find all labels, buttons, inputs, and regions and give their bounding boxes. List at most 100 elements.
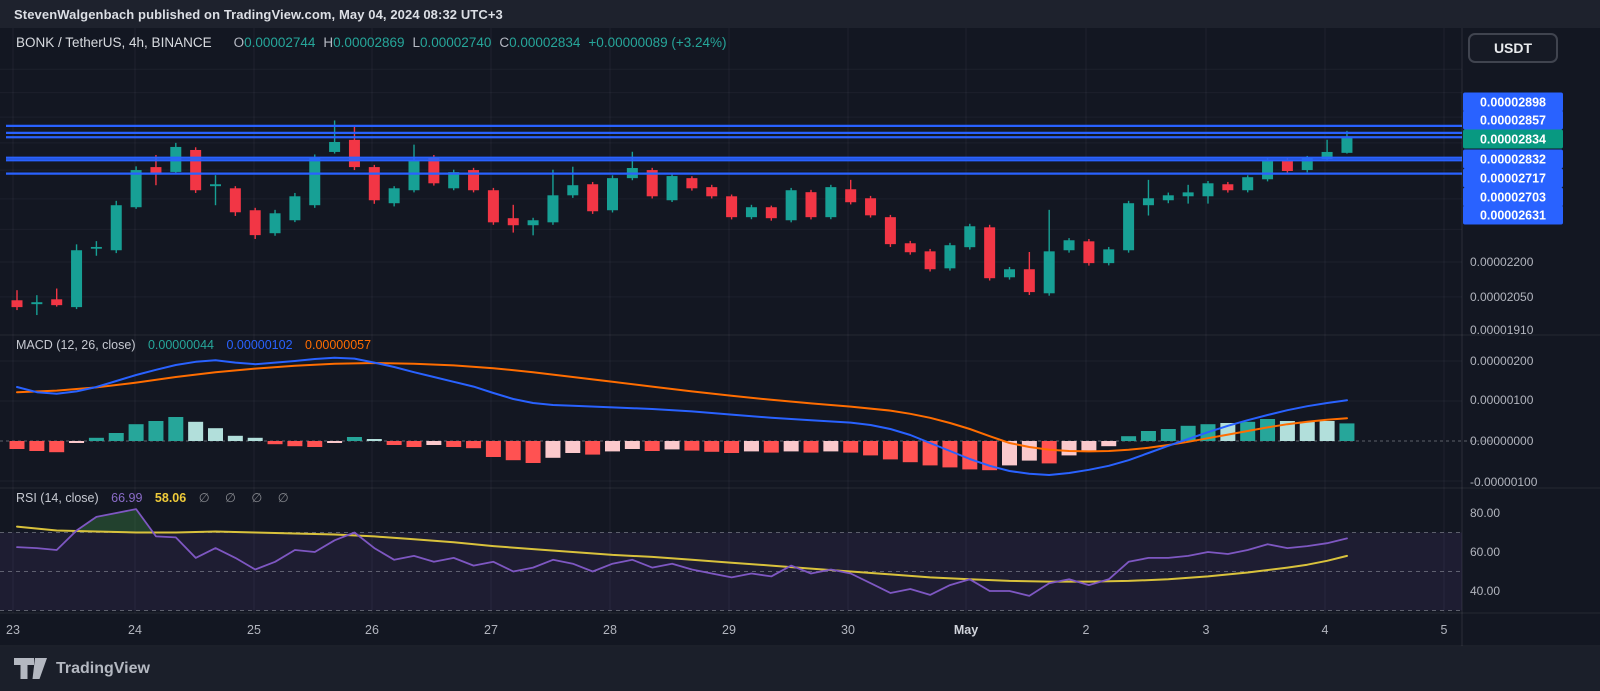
macd-histogram-bar-negative — [1041, 441, 1057, 464]
change-value: +0.00000089 (+3.24%) — [588, 35, 727, 50]
candle — [71, 250, 83, 308]
macd-histogram-bar-negative — [267, 441, 283, 445]
price-axis-scale[interactable] — [1462, 28, 1600, 646]
macd-histogram-bar-negative — [902, 441, 918, 463]
attribution-bar: StevenWalgenbach published on TradingVie… — [0, 0, 1600, 28]
macd-histogram-bar-negative — [485, 441, 501, 457]
macd-histogram-bar-positive — [208, 428, 223, 441]
macd-histogram-bar-negative — [29, 441, 45, 451]
macd-histogram-bar-negative — [446, 441, 462, 447]
macd-histogram-bar-negative — [1021, 441, 1037, 461]
macd-histogram-bar-positive — [108, 433, 124, 441]
candle — [229, 188, 241, 213]
macd-histogram-bar-negative — [49, 441, 65, 453]
candle — [348, 139, 360, 168]
tradingview-chart-page: 0.000022000.000020500.000019100.00000200… — [0, 0, 1600, 691]
candle — [825, 187, 837, 218]
tradingview-brand-text[interactable]: TradingView — [56, 660, 150, 678]
symbol-title: BONK / TetherUS, 4h, BINANCE — [16, 35, 212, 50]
macd-histogram-bar-negative — [466, 441, 482, 449]
macd-histogram-bar-negative — [823, 441, 839, 452]
macd-histogram-bar-negative — [942, 441, 958, 468]
candle — [1242, 177, 1254, 191]
candle — [607, 178, 618, 211]
macd-histogram-bar-negative — [505, 441, 521, 461]
candle — [845, 189, 857, 203]
candle — [726, 196, 738, 218]
rsi-title: RSI (14, close) — [16, 491, 99, 505]
candle — [110, 205, 122, 251]
candle — [190, 149, 202, 191]
macd-histogram-bar-positive — [366, 439, 382, 441]
macd-histogram-bar-negative — [882, 441, 898, 460]
candle — [805, 192, 817, 218]
macd-histogram-bar-negative — [624, 441, 640, 449]
candle — [130, 170, 142, 208]
candle — [309, 157, 321, 206]
footer-bar: TradingView — [0, 647, 1600, 691]
candle — [249, 210, 261, 236]
macd-histogram-bar-positive — [88, 437, 104, 441]
macd-histogram-bar-positive — [1121, 436, 1137, 441]
high-value: 0.00002869 — [333, 35, 405, 50]
macd-histogram-bar-negative — [743, 441, 759, 452]
rsi-header: RSI (14, close) 66.99 58.06 ∅ ∅ ∅ ∅ — [16, 490, 304, 505]
candle — [547, 195, 559, 223]
macd-histogram-bar-negative — [9, 441, 25, 449]
currency-toggle-button[interactable]: USDT — [1468, 33, 1558, 63]
macd-histogram-bar-positive — [148, 421, 164, 441]
macd-histogram-bar-negative — [406, 441, 422, 447]
candle — [1083, 241, 1095, 264]
macd-histogram-bar-negative — [307, 441, 323, 447]
macd-histogram-bar-positive — [1260, 419, 1276, 441]
candle — [289, 196, 301, 221]
candle — [368, 167, 380, 201]
candle — [924, 251, 936, 270]
macd-histogram-value: 0.00000044 — [147, 338, 215, 352]
candle — [785, 190, 797, 221]
macd-histogram-bar-negative — [644, 441, 660, 451]
macd-line-value: 0.00000102 — [226, 338, 293, 352]
macd-histogram-bar-negative — [962, 441, 978, 470]
low-value: 0.00002740 — [420, 35, 492, 50]
symbol-header: BONK / TetherUS, 4h, BINANCE O0.00002744 H… — [16, 35, 727, 50]
candle — [388, 188, 400, 204]
macd-histogram-bar-negative — [545, 441, 561, 458]
candle — [1202, 183, 1214, 197]
candle — [567, 185, 579, 196]
candle — [507, 218, 519, 226]
rsi-value: 66.99 — [111, 491, 143, 505]
candle — [884, 217, 896, 245]
candle — [984, 227, 996, 279]
macd-histogram-bar-negative — [69, 441, 85, 443]
macd-histogram-bar-negative — [1101, 441, 1117, 447]
macd-histogram-bar-positive — [227, 435, 243, 441]
macd-histogram-bar-negative — [565, 441, 581, 453]
candle — [487, 190, 499, 223]
macd-histogram-bar-negative — [664, 441, 680, 450]
macd-histogram-bar-negative — [525, 441, 541, 463]
candle — [745, 207, 757, 218]
candle — [904, 243, 916, 253]
low-label: L — [412, 35, 421, 50]
macd-histogram-bar-negative — [1061, 441, 1077, 456]
macd-line — [16, 356, 1348, 476]
time-axis-scale[interactable] — [0, 613, 1462, 646]
open-label: O — [233, 35, 245, 50]
candle — [527, 220, 539, 226]
candle — [1262, 160, 1274, 180]
candle — [1341, 136, 1353, 153]
macd-histogram-bar-negative — [724, 441, 740, 453]
candle — [31, 302, 43, 305]
tradingview-logo-icon[interactable] — [14, 658, 48, 680]
candle — [329, 141, 341, 152]
macd-histogram-bar-positive — [1339, 423, 1355, 441]
candle — [765, 207, 777, 219]
macd-histogram-bar-negative — [287, 441, 303, 447]
candle — [1162, 195, 1174, 201]
rsi-ma-value: 58.06 — [154, 491, 187, 505]
candle — [11, 300, 23, 308]
attribution-text: StevenWalgenbach published on TradingVie… — [14, 6, 503, 22]
candle — [1004, 269, 1015, 278]
candle — [210, 184, 221, 187]
